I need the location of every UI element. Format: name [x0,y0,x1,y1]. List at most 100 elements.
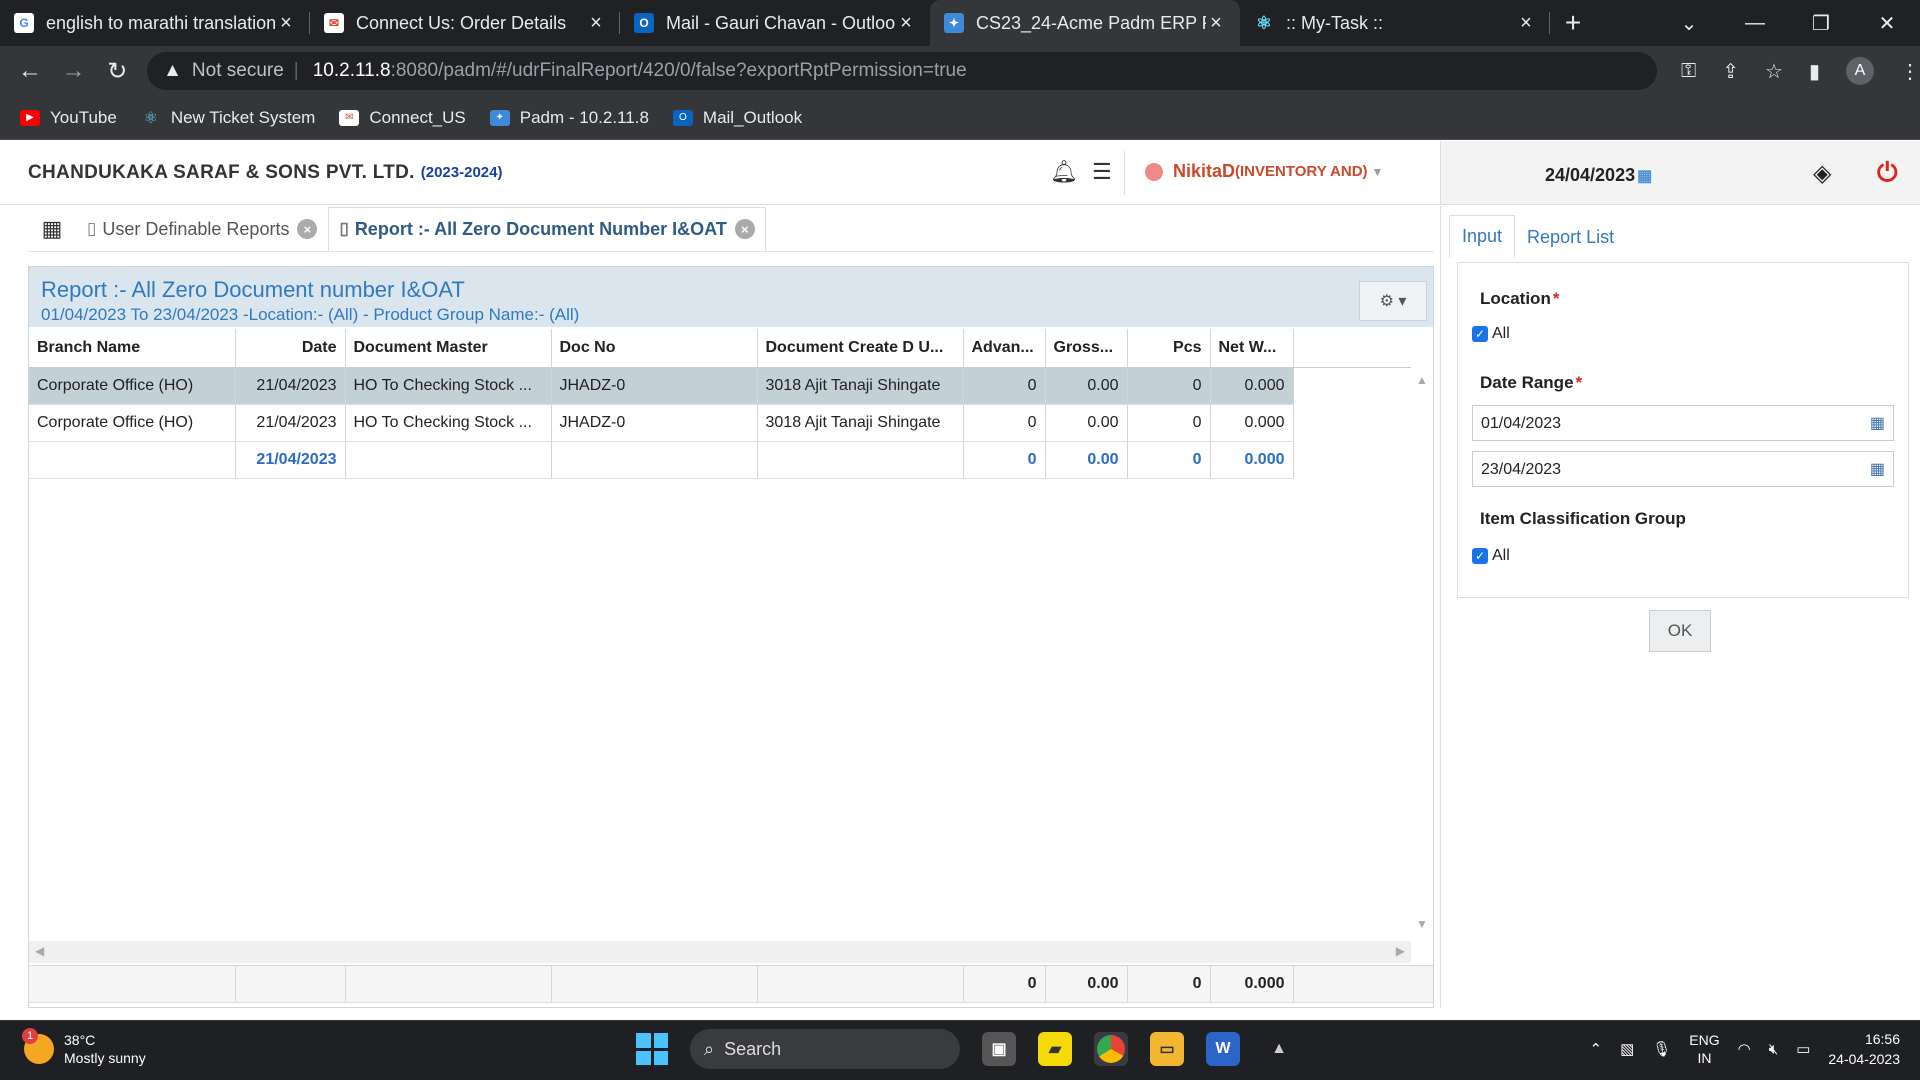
ok-button[interactable]: OK [1649,610,1711,652]
minimize-icon[interactable]: — [1722,0,1788,46]
bookmark-youtube[interactable]: ▶ YouTube [20,108,117,128]
table-cell: 0.000 [1210,404,1294,442]
vertical-scrollbar[interactable]: ▲ ▼ [1411,367,1433,937]
browser-tab-title: Connect Us: Order Details [356,12,567,33]
column-header[interactable]: Date [235,329,346,368]
url-path: :8080/padm/#/udrFinalReport/420/0/false?… [390,60,967,81]
close-icon[interactable]: × [276,12,296,35]
file-explorer-icon[interactable]: ▭ [1150,1032,1184,1066]
table-cell: JHADZ-0 [551,367,758,405]
close-icon[interactable]: × [1206,12,1226,35]
chevron-down-icon[interactable]: ⌄ [1656,0,1722,46]
column-header[interactable]: Document Master [345,329,552,368]
task-view-icon[interactable]: ▣ [982,1032,1016,1066]
new-tab-button[interactable]: + [1550,0,1596,46]
date-to-input[interactable]: 23/04/2023 ▦ [1472,451,1894,487]
tab-report-zero-document[interactable]: ▯ Report :- All Zero Document Number I&O… [328,207,766,251]
power-icon[interactable]: ⏻ [1877,157,1898,189]
bell-icon[interactable]: 🔔︎ [1050,159,1078,185]
url-input[interactable]: ▲ Not secure | 10.2.11.8 :8080/padm/#/ud… [147,52,1658,90]
taskbar-search[interactable]: ⌕ Search [690,1029,960,1069]
tab-input[interactable]: Input [1449,215,1516,258]
key-icon[interactable]: ⚿ [1681,60,1696,83]
table-row[interactable]: Corporate Office (HO) 21/04/2023 HO To C… [29,404,1431,442]
location-all-checkbox[interactable]: ✓ All [1472,325,1510,343]
table-cell [757,441,964,479]
chrome-icon[interactable] [1094,1032,1128,1066]
windows-start-icon[interactable] [636,1033,668,1065]
weather-widget[interactable]: 1 38°C Mostly sunny [22,1028,146,1067]
menu-icon[interactable]: ⋮ [1900,59,1920,84]
table-row[interactable]: Corporate Office (HO) 21/04/2023 HO To C… [29,367,1431,405]
browser-tab-padm[interactable]: ✦ CS23_24-Acme Padm ERP Plat × [930,0,1240,46]
scroll-right-icon[interactable]: ▶ [1396,944,1405,958]
bookmark-new-ticket[interactable]: ⚛ New Ticket System [141,108,316,128]
sidepanel-icon[interactable]: ▮ [1809,59,1820,84]
bookmark-connect-us[interactable]: ✉ Connect_US [339,108,466,128]
react-icon: ⚛ [1255,12,1273,33]
restore-icon[interactable]: ❐ [1788,0,1854,46]
microphone-icon[interactable]: 🎙︎ [1652,1040,1671,1058]
bookmark-label: Padm - 10.2.11.8 [519,107,649,127]
browser-tab-google[interactable]: G english to marathi translation × [0,0,310,46]
star-icon[interactable]: ☆ [1765,59,1783,84]
date-from-input[interactable]: 01/04/2023 ▦ [1472,405,1894,441]
speaker-muted-icon[interactable]: 🔇︎ [1769,1041,1778,1058]
apps-grid-icon[interactable]: ▦ [28,207,76,251]
close-icon[interactable]: × [586,12,606,35]
forward-icon[interactable]: → [52,57,96,85]
battery-icon[interactable]: ▭ [1796,1040,1810,1058]
reload-icon[interactable]: ↻ [95,57,139,86]
table-cell [551,965,758,1003]
table-cell: 21/04/2023 [235,441,346,479]
scroll-up-icon[interactable]: ▲ [1416,373,1428,387]
bookmark-padm[interactable]: ✦ Padm - 10.2.11.8 [489,107,649,128]
tab-user-definable-reports[interactable]: ▯ User Definable Reports × [76,207,328,251]
column-header[interactable]: Pcs [1127,329,1211,368]
filter-panel: Input Report List Location * ✓ All Date Ra… [1440,206,1920,1008]
column-header[interactable]: Doc No [551,329,758,368]
scroll-left-icon[interactable]: ◀ [35,944,44,958]
share-icon[interactable]: ⇪ [1722,59,1739,84]
bookmarks-bar: ▶ YouTube ⚛ New Ticket System ✉ Connect_US … [0,96,1920,140]
app-icon[interactable]: ▲ [1262,1032,1296,1066]
column-header[interactable]: Net W... [1210,329,1294,368]
browser-tab-mytask[interactable]: ⚛ :: My-Task :: × [1240,0,1550,46]
notification-badge: 1 [22,1028,38,1044]
item-class-all-checkbox[interactable]: ✓ All [1472,547,1510,565]
column-header[interactable]: Gross... [1045,329,1128,368]
close-icon[interactable]: × [896,12,916,35]
browser-tab-outlook[interactable]: O Mail - Gauri Chavan - Outlook × [620,0,930,46]
company-name: CHANDUKAKA SARAF & SONS PVT. LTD. [28,161,415,183]
column-header[interactable]: Document Create D U... [757,329,964,368]
weather-desc: Mostly sunny [64,1050,146,1066]
column-header[interactable]: Advan... [963,329,1046,368]
settings-button[interactable]: ⚙ ▾ [1359,281,1427,321]
browser-tab-connect[interactable]: ✉ Connect Us: Order Details × [310,0,620,46]
bookmark-label: Mail_Outlook [702,107,803,127]
bookmark-mail-outlook[interactable]: O Mail_Outlook [672,107,803,128]
chevron-up-icon[interactable]: ⌃ [1589,1040,1602,1058]
app-tray-icon[interactable]: ▧ [1620,1040,1634,1058]
back-icon[interactable]: ← [8,57,52,85]
user-menu[interactable]: NikitaD (INVENTORY AND) ▼ [1145,161,1383,182]
horizontal-scrollbar[interactable]: ◀ ▶ [29,941,1411,963]
list-icon[interactable]: ☰ [1092,159,1112,185]
column-header[interactable]: Branch Name [29,329,236,368]
current-date[interactable]: 24/04/2023 ▦ [1545,165,1652,186]
tab-report-list[interactable]: Report List [1515,217,1626,258]
sticky-notes-icon[interactable]: ▰ [1038,1032,1072,1066]
avatar[interactable]: A [1846,57,1874,85]
close-icon[interactable]: × [297,219,318,239]
calendar-icon[interactable]: ▦ [1870,459,1885,479]
close-icon[interactable]: ✕ [1854,0,1920,46]
wifi-icon[interactable]: ◠ [1738,1040,1751,1058]
clock[interactable]: 16:56 24-04-2023 [1828,1029,1900,1069]
calendar-icon[interactable]: ▦ [1870,413,1885,433]
eye-off-icon[interactable]: ◈ [1813,159,1831,188]
scroll-down-icon[interactable]: ▼ [1416,917,1428,931]
word-icon[interactable]: W [1206,1032,1240,1066]
language-indicator[interactable]: ENG IN [1689,1031,1719,1067]
close-icon[interactable]: × [734,219,755,239]
close-icon[interactable]: × [1516,12,1536,35]
